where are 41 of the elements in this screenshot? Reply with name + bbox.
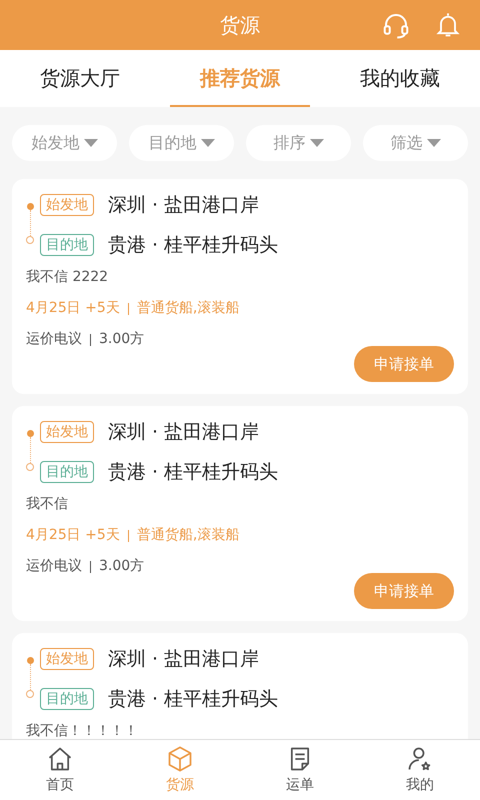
origin-tag: 始发地 — [40, 421, 94, 444]
nav-item[interactable]: 我的 — [360, 740, 480, 800]
ship-type-text: 普通货船,滚装船 — [136, 299, 240, 318]
route-line-drawing — [26, 203, 34, 244]
destination-tag: 目的地 — [40, 234, 94, 256]
cargo-card[interactable]: 始发地 深圳 · 盐田港口岸 目的地 贵港 · 桂平桂升码头 我不信 4月25日 +5天 普通货船,滚装船 运价电议 3.00方 申请接单 — [12, 406, 468, 621]
header-title: 货源 — [220, 12, 260, 39]
destination-text: 贵港 · 桂平桂升码头 — [108, 460, 278, 484]
box-icon — [166, 744, 194, 772]
destination-text: 贵港 · 桂平桂升码头 — [108, 686, 278, 712]
volume-text: 3.00方 — [99, 557, 144, 576]
volume-text: 3.00方 — [99, 330, 144, 349]
caret-icon — [426, 139, 440, 147]
destination-tag: 目的地 — [40, 460, 94, 483]
ship-type-text: 普通货船,滚装船 — [136, 526, 240, 545]
nav-item[interactable]: 首页 — [0, 740, 120, 800]
price-text: 运价电议 — [26, 330, 82, 349]
origin-tag: 始发地 — [40, 194, 94, 216]
date-text: 4月25日 +5天 — [26, 299, 120, 318]
route-line-drawing — [26, 657, 34, 698]
tab[interactable]: 货源大厅 — [10, 50, 150, 107]
caret-icon — [84, 139, 98, 147]
tab[interactable]: 我的收藏 — [330, 50, 470, 107]
origin-text: 深圳 · 盐田港口岸 — [108, 193, 260, 218]
origin-text: 深圳 · 盐田港口岸 — [108, 420, 260, 445]
note-text: 我不信 2222 — [26, 268, 110, 287]
origin-text: 深圳 · 盐田港口岸 — [108, 647, 260, 672]
note-text: 我不信 — [26, 495, 69, 514]
caret-icon — [200, 139, 214, 147]
cargo-card[interactable]: 始发地 深圳 · 盐田港口岸 目的地 贵港 · 桂平桂升码头 我不信 2222 4月25日 +5天 普通货船,滚装船 运价电议 3.00方 申请接单 — [12, 179, 468, 394]
note-text: 我不信！！！！！ — [26, 722, 139, 739]
price-text: 运价电议 — [26, 557, 82, 576]
cargo-card[interactable]: 始发地 深圳 · 盐田港口岸 目的地 贵港 · 桂平桂升码头 我不信！！！！！ — [12, 633, 468, 739]
destination-text: 贵港 · 桂平桂升码头 — [108, 232, 278, 258]
caret-icon — [310, 139, 324, 147]
date-text: 4月25日 +5天 — [26, 526, 120, 545]
destination-tag: 目的地 — [40, 688, 94, 710]
route-line-drawing — [26, 430, 34, 471]
home-icon — [46, 744, 74, 772]
origin-tag: 始发地 — [40, 648, 94, 670]
nav-item[interactable]: 运单 — [240, 740, 360, 800]
